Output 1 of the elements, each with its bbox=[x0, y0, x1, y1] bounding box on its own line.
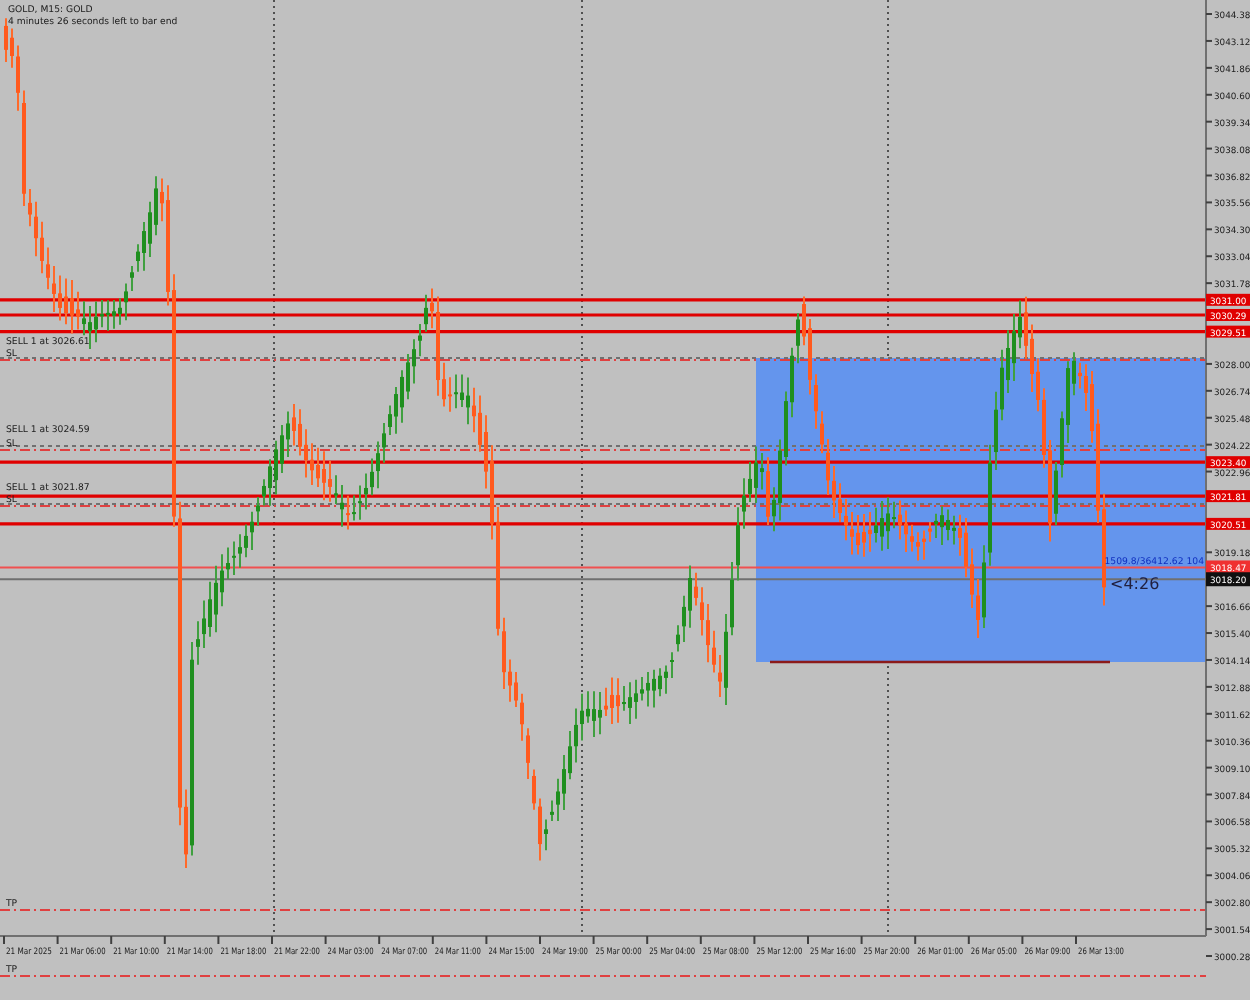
countdown-label: <4:26 bbox=[1110, 575, 1160, 594]
